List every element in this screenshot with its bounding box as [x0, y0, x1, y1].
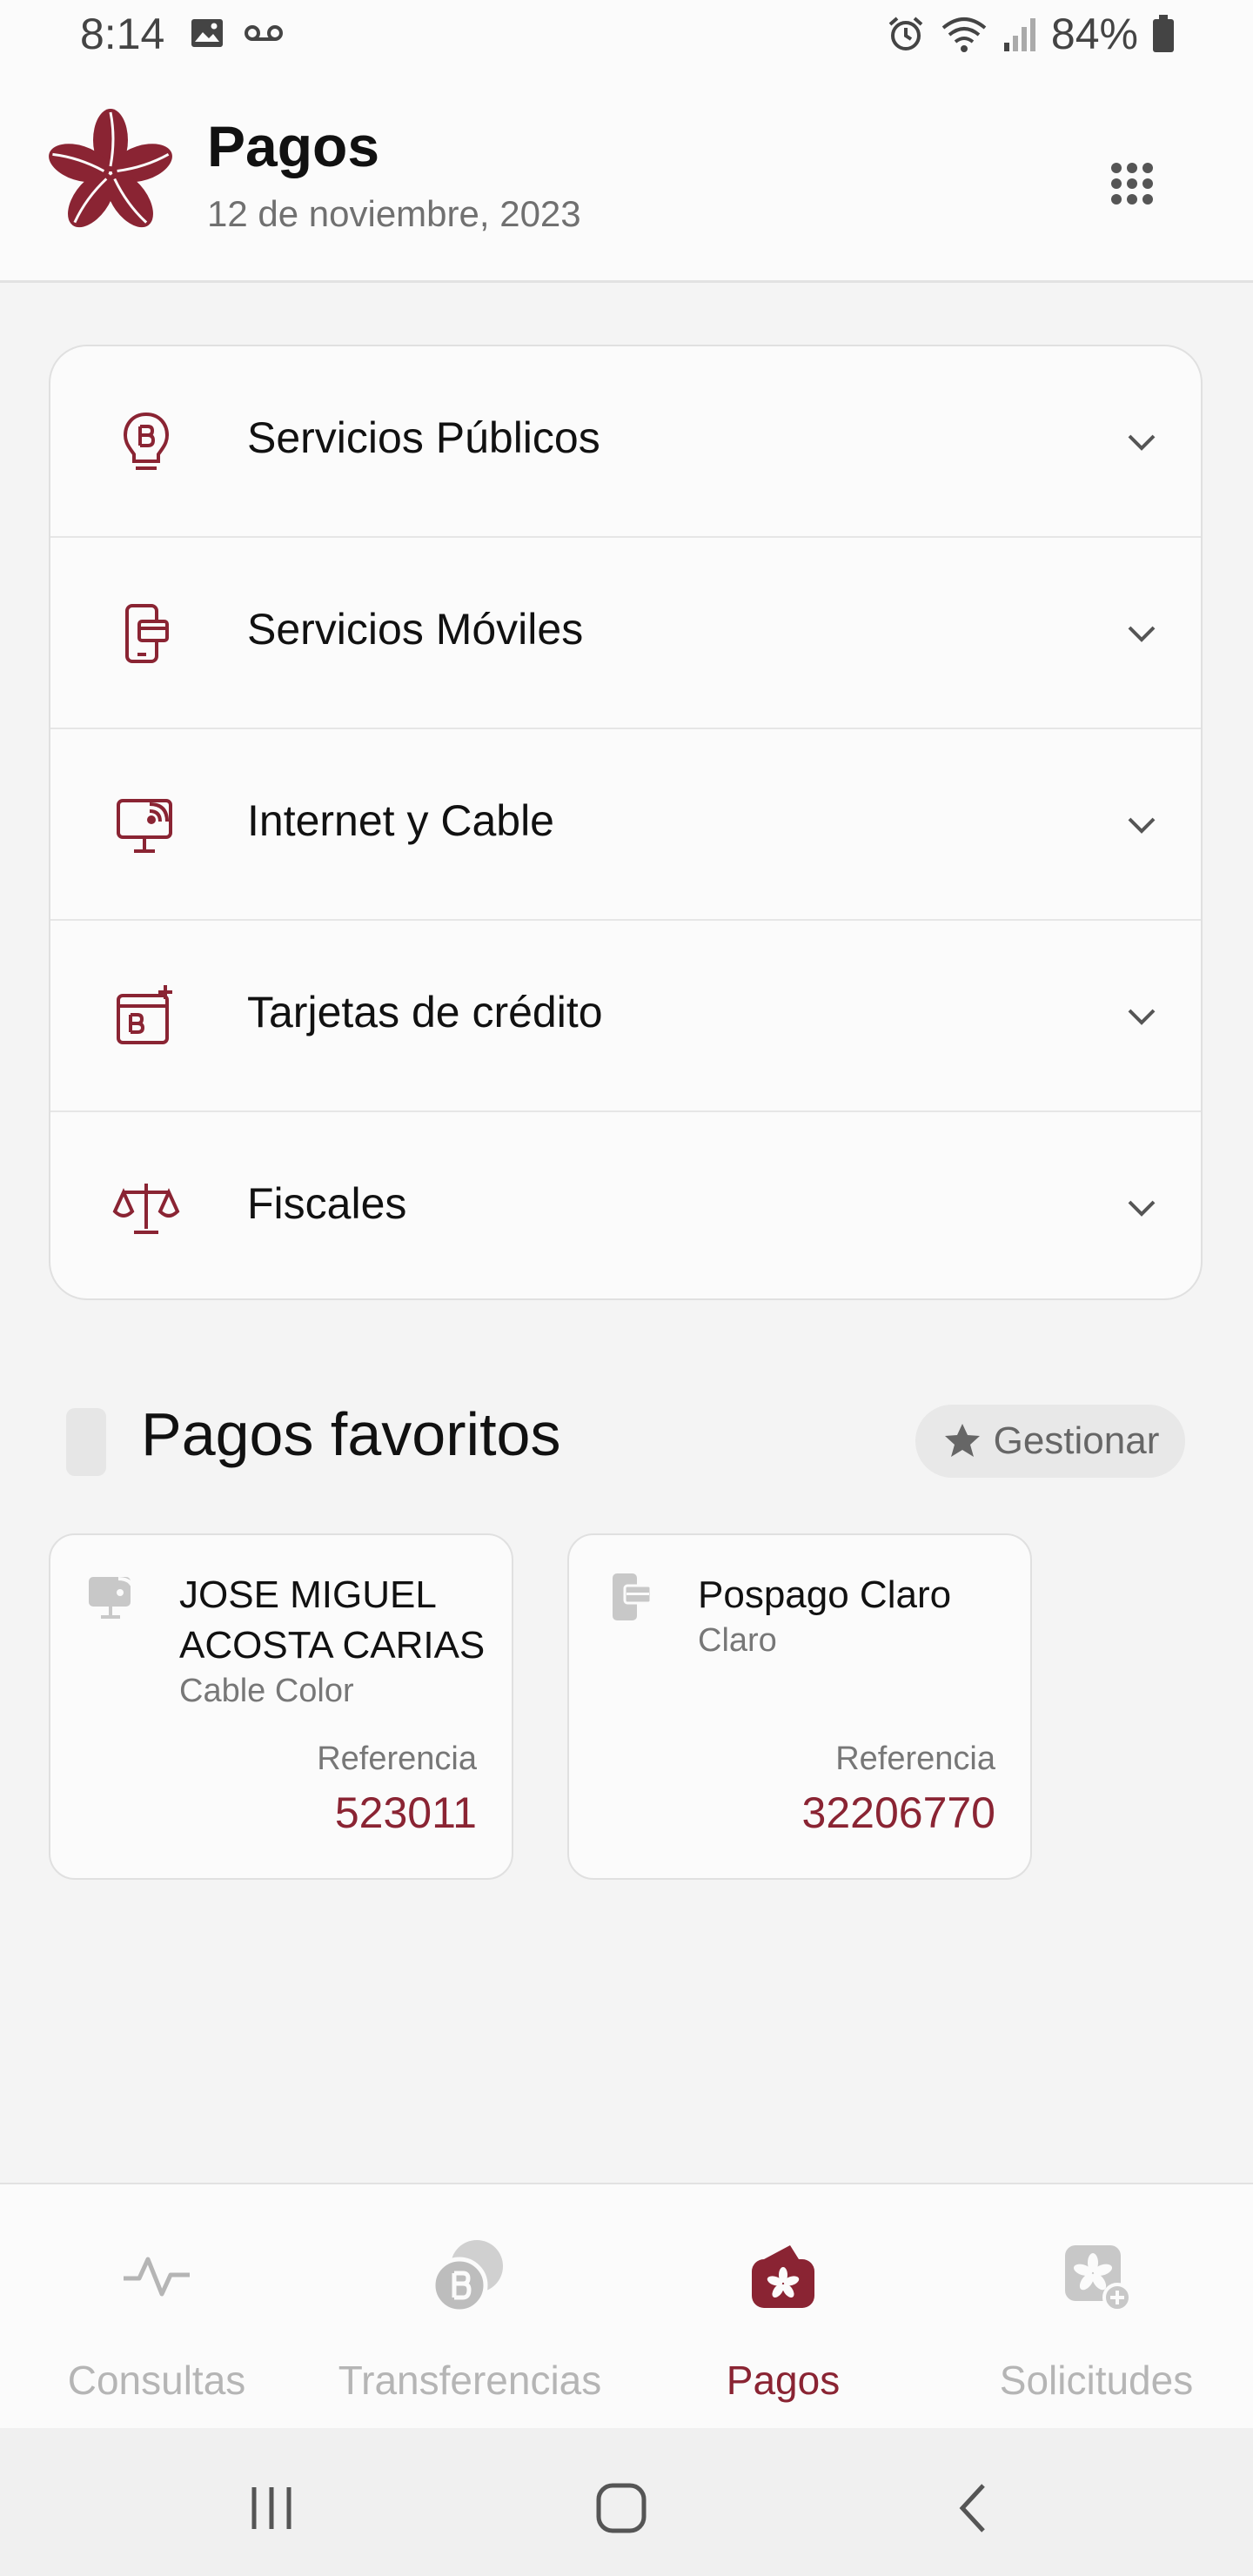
back-button[interactable]: [938, 2473, 1008, 2543]
request-icon: [1053, 2233, 1140, 2320]
back-icon: [954, 2480, 992, 2536]
apps-menu-button[interactable]: [1100, 151, 1164, 216]
bank-logo-icon: [45, 108, 176, 238]
battery-icon: [1152, 15, 1175, 53]
nav-label: Solicitudes: [999, 2358, 1194, 2403]
favorite-name: JOSE MIGUEL ACOSTA CARIAS: [179, 1573, 486, 1667]
phone-card-icon: [111, 599, 181, 668]
image-icon: [190, 17, 224, 49]
favorite-name: Pospago Claro: [698, 1573, 952, 1616]
category-label: Tarjetas de crédito: [247, 988, 603, 1036]
chevron-down-icon: [1122, 423, 1161, 461]
signal-icon: [1002, 15, 1037, 53]
wifi-icon: [940, 14, 988, 54]
bulb-bill-icon: [111, 407, 181, 477]
home-icon: [593, 2480, 649, 2536]
voicemail-icon: [244, 23, 284, 44]
section-marker: [66, 1408, 106, 1476]
category-internet-cable[interactable]: Internet y Cable: [50, 729, 1201, 921]
monitor-signal-icon: [85, 1570, 141, 1626]
transfer-icon: [426, 2233, 513, 2320]
manage-label: Gestionar: [993, 1419, 1160, 1462]
nav-label: Pagos: [726, 2358, 841, 2403]
page-title: Pagos: [207, 114, 380, 178]
chevron-down-icon: [1122, 1189, 1161, 1227]
category-tarjetas-credito[interactable]: Tarjetas de crédito: [50, 921, 1201, 1112]
reference-value: 523011: [334, 1788, 477, 1837]
category-label: Servicios Móviles: [247, 605, 584, 654]
category-servicios-publicos[interactable]: Servicios Públicos: [50, 346, 1201, 538]
page-date: 12 de noviembre, 2023: [207, 193, 581, 234]
category-servicios-moviles[interactable]: Servicios Móviles: [50, 538, 1201, 729]
scale-icon: [111, 1173, 181, 1243]
grid-icon: [1109, 161, 1155, 206]
battery-percent: 84%: [1050, 10, 1138, 58]
nav-consultas[interactable]: Consultas: [0, 2184, 313, 2430]
favorite-provider: Claro: [698, 1622, 777, 1659]
chevron-down-icon: [1122, 614, 1161, 653]
category-label: Internet y Cable: [247, 796, 554, 845]
favorites-title: Pagos favoritos: [141, 1400, 561, 1468]
reference-label: Referencia: [835, 1741, 995, 1777]
home-button[interactable]: [586, 2473, 656, 2543]
chevron-down-icon: [1122, 806, 1161, 844]
reference-value: 32206770: [801, 1788, 995, 1837]
favorite-card[interactable]: Pospago Claro Claro Referencia 32206770: [567, 1533, 1032, 1880]
nav-label: Transferencias: [338, 2358, 602, 2403]
nav-label: Consultas: [67, 2358, 246, 2403]
recent-apps-button[interactable]: [237, 2473, 306, 2543]
chevron-down-icon: [1122, 997, 1161, 1036]
category-fiscales[interactable]: Fiscales: [50, 1112, 1201, 1298]
wallet-icon: [740, 2233, 827, 2320]
category-label: Servicios Públicos: [247, 413, 600, 462]
system-navigation-bar: [0, 2428, 1253, 2576]
favorite-provider: Cable Color: [179, 1673, 354, 1709]
nav-solicitudes[interactable]: Solicitudes: [940, 2184, 1253, 2430]
star-icon: [941, 1420, 983, 1462]
reference-label: Referencia: [317, 1741, 477, 1777]
phone-card-icon: [604, 1570, 660, 1626]
bottom-navigation: Consultas Transferencias Pagos Solicitud…: [0, 2183, 1253, 2430]
monitor-signal-icon: [111, 790, 181, 860]
recent-apps-icon: [245, 2484, 298, 2532]
manage-favorites-button[interactable]: Gestionar: [915, 1405, 1185, 1478]
nav-transferencias[interactable]: Transferencias: [313, 2184, 626, 2430]
pulse-icon: [113, 2233, 200, 2320]
status-bar: 8:14 84%: [0, 0, 1253, 73]
alarm-icon: [886, 14, 926, 54]
payment-categories-list: Servicios Públicos Servicios Móviles Int…: [49, 345, 1203, 1300]
category-label: Fiscales: [247, 1179, 407, 1228]
card-add-icon: [111, 982, 181, 1051]
favorite-card[interactable]: JOSE MIGUEL ACOSTA CARIAS Cable Color Re…: [49, 1533, 513, 1880]
nav-pagos[interactable]: Pagos: [626, 2184, 940, 2430]
status-time: 8:14: [80, 10, 165, 58]
app-header: Pagos 12 de noviembre, 2023: [0, 73, 1253, 283]
